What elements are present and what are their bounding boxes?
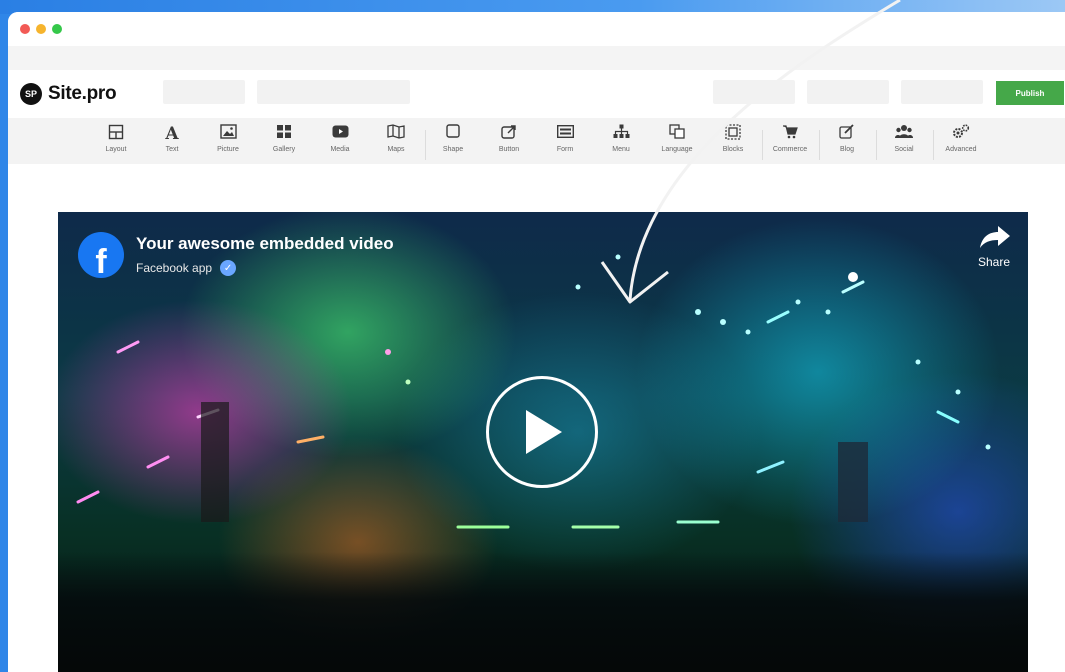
maps-icon: [372, 124, 420, 144]
tool-menu[interactable]: Menu: [597, 124, 645, 160]
layout-icon: [92, 124, 140, 144]
title-bar: [8, 12, 1065, 46]
toolbar-divider: [876, 130, 877, 160]
play-button[interactable]: [486, 376, 598, 488]
tool-label: Form: [556, 146, 574, 153]
social-icon: [880, 124, 928, 144]
tool-label: Menu: [612, 146, 630, 153]
video-title[interactable]: Your awesome embedded video: [136, 234, 394, 254]
tool-advanced[interactable]: Advanced: [937, 124, 985, 160]
share-arrow-icon: [980, 226, 1010, 248]
tool-label: Shape: [442, 146, 464, 153]
address-bar[interactable]: [8, 46, 1065, 70]
tool-label: Button: [498, 146, 520, 153]
minimize-window-button[interactable]: [36, 24, 46, 34]
shape-icon: [429, 124, 477, 144]
tool-maps[interactable]: Maps: [372, 124, 420, 160]
tool-label: Language: [661, 146, 693, 153]
media-icon: [316, 124, 364, 144]
share-button[interactable]: Share: [974, 222, 1014, 269]
tool-label: Maps: [387, 146, 405, 153]
tool-commerce[interactable]: Commerce: [766, 124, 814, 160]
picture-icon: [204, 124, 252, 144]
element-toolbar: Layout A Text Picture Gallery Media Maps…: [8, 118, 1065, 164]
toolbar-divider: [819, 130, 820, 160]
toolbar-divider: [425, 130, 426, 160]
header-placeholder-3[interactable]: [713, 80, 795, 104]
tool-shape[interactable]: Shape: [429, 124, 477, 160]
play-icon: [526, 410, 562, 454]
gears-icon: [937, 124, 985, 144]
logo-badge: SP: [20, 83, 42, 105]
share-label: Share: [977, 255, 1011, 269]
tool-label: Advanced: [945, 146, 977, 153]
button-icon: [485, 124, 533, 144]
gallery-icon: [260, 124, 308, 144]
tool-label: Commerce: [772, 146, 808, 153]
video-source[interactable]: Facebook app ✓: [136, 260, 237, 276]
tool-blocks[interactable]: Blocks: [709, 124, 757, 160]
tool-label: Social: [894, 146, 914, 153]
maximize-window-button[interactable]: [52, 24, 62, 34]
tool-label: Text: [165, 146, 179, 153]
tool-blog[interactable]: Blog: [823, 124, 871, 160]
tool-label: Media: [330, 146, 350, 153]
close-window-button[interactable]: [20, 24, 30, 34]
toolbar-divider: [762, 130, 763, 160]
tool-media[interactable]: Media: [316, 124, 364, 160]
facebook-icon[interactable]: f: [78, 232, 124, 278]
tool-form[interactable]: Form: [541, 124, 589, 160]
toolbar-divider: [933, 130, 934, 160]
video-source-label: Facebook app: [136, 261, 213, 275]
tool-social[interactable]: Social: [880, 124, 928, 160]
browser-window: SP Site.pro Publish Layout A Text Pictur…: [8, 12, 1065, 672]
tool-picture[interactable]: Picture: [204, 124, 252, 160]
embedded-video[interactable]: f Your awesome embedded video Facebook a…: [58, 212, 1028, 672]
blocks-icon: [709, 124, 757, 144]
verified-check-icon: ✓: [220, 260, 237, 276]
menu-icon: [597, 124, 645, 144]
form-icon: [541, 124, 589, 144]
tool-layout[interactable]: Layout: [92, 124, 140, 160]
tool-label: Gallery: [272, 146, 296, 153]
text-icon: A: [165, 124, 179, 144]
logo-text: Site.pro: [48, 83, 117, 104]
publish-button[interactable]: Publish: [996, 81, 1064, 105]
tool-button[interactable]: Button: [485, 124, 533, 160]
tool-label: Blog: [839, 146, 854, 153]
tool-label: Layout: [105, 146, 127, 153]
tool-text[interactable]: A Text: [148, 124, 196, 160]
site-pro-logo[interactable]: SP Site.pro: [20, 80, 117, 108]
crowd-silhouette: [58, 552, 1028, 672]
header-placeholder-2[interactable]: [257, 80, 410, 104]
blog-icon: [823, 124, 871, 144]
cart-icon: [766, 124, 814, 144]
header-placeholder-4[interactable]: [807, 80, 889, 104]
header-placeholder-1[interactable]: [163, 80, 245, 104]
tool-language[interactable]: Language: [653, 124, 701, 160]
tool-label: Picture: [217, 146, 239, 153]
tool-label: Blocks: [722, 146, 744, 153]
editor-header: SP Site.pro Publish: [8, 78, 1065, 118]
header-placeholder-5[interactable]: [901, 80, 983, 104]
language-icon: [653, 124, 701, 144]
tool-gallery[interactable]: Gallery: [260, 124, 308, 160]
